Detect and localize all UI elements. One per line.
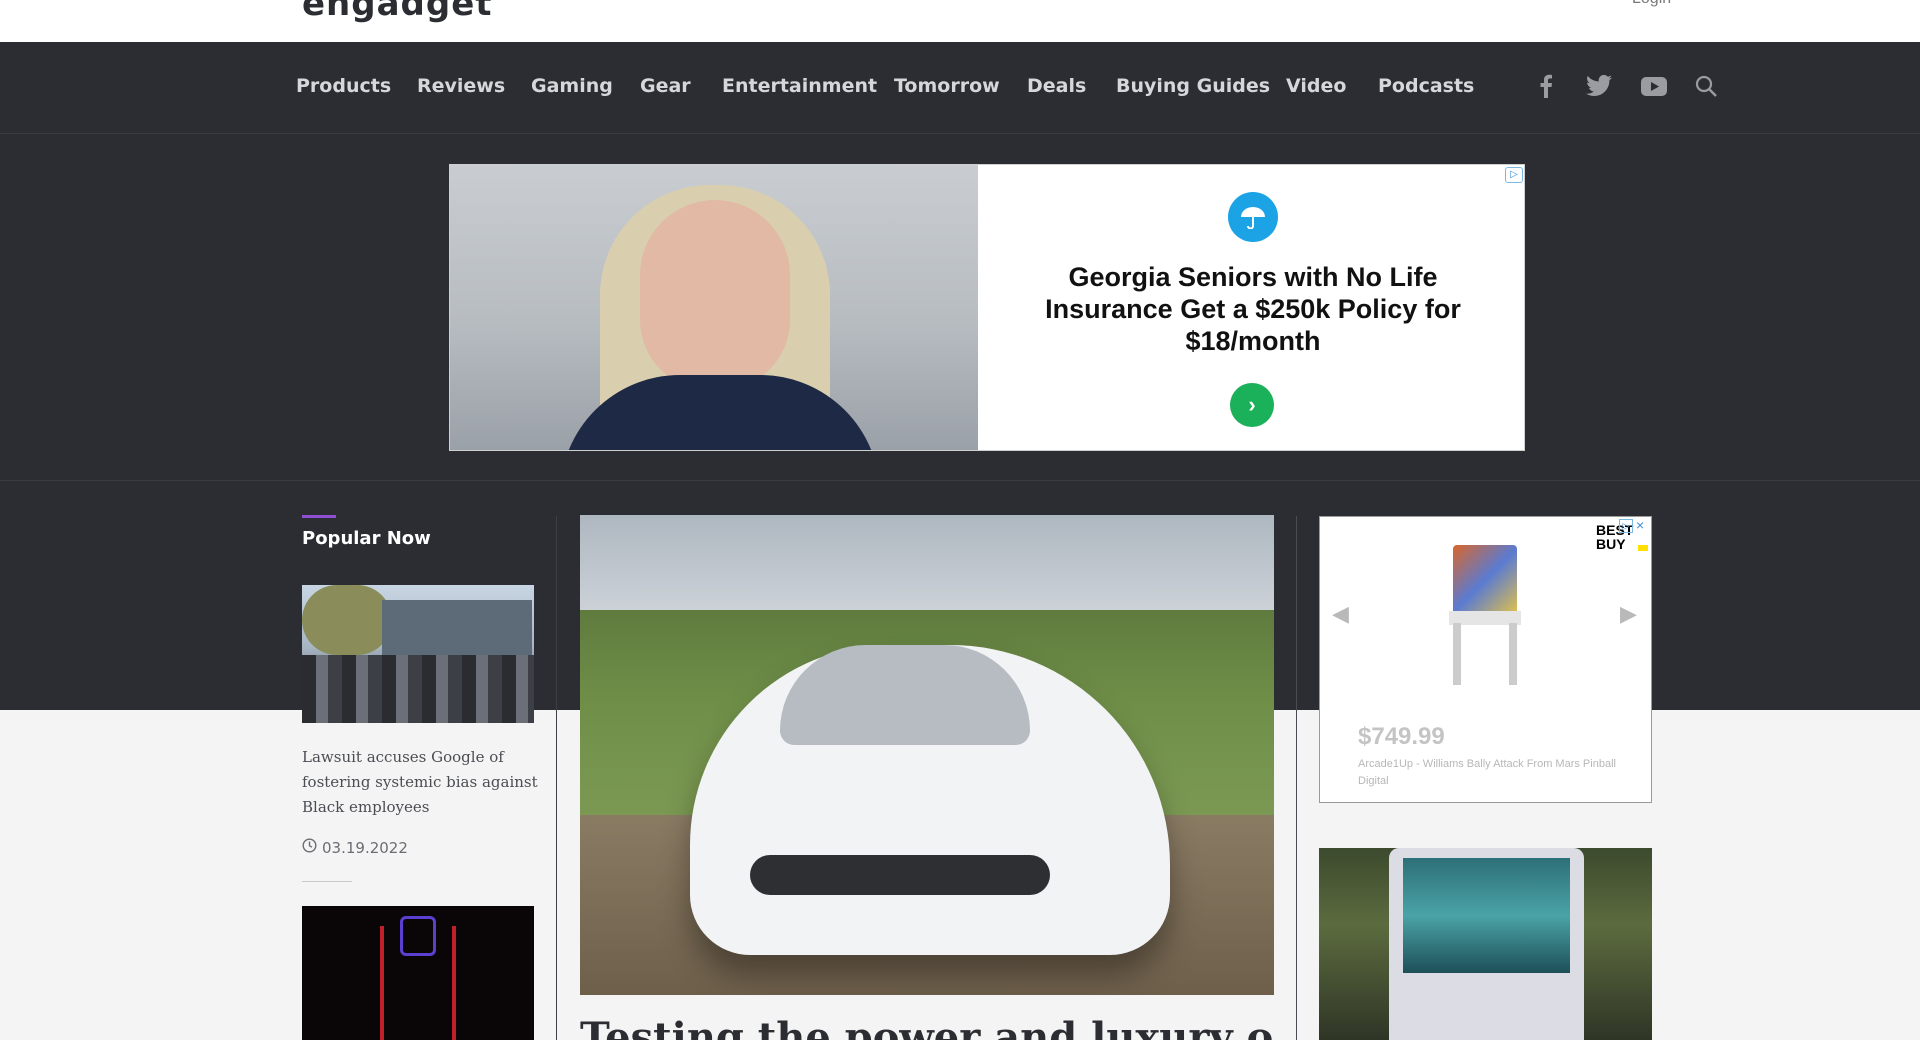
nav-item-products[interactable]: Products: [296, 75, 391, 97]
youtube-icon[interactable]: [1640, 72, 1668, 100]
carousel-next-icon[interactable]: ▶: [1620, 601, 1637, 627]
nav-item-buying-guides[interactable]: Buying Guides: [1116, 75, 1270, 97]
nav-item-reviews[interactable]: Reviews: [417, 75, 505, 97]
ad-photo: [450, 165, 978, 450]
nav-item-gaming[interactable]: Gaming: [531, 75, 613, 97]
facebook-icon[interactable]: [1532, 72, 1560, 100]
hero-headline[interactable]: Testing the power and luxury of: [580, 1015, 1274, 1040]
ad-product-image[interactable]: [1443, 545, 1527, 685]
clock-icon: [302, 838, 317, 857]
side-ad[interactable]: BEST BUY ▷ × ◀ ▶ $749.99 Arcade1Up - Wil…: [1319, 516, 1652, 803]
section-accent-bar: [302, 515, 336, 518]
hero-image[interactable]: [580, 515, 1274, 995]
carousel-prev-icon[interactable]: ◀: [1332, 601, 1349, 627]
ad-banner[interactable]: Georgia Seniors with No Life Insurance G…: [449, 164, 1525, 451]
popular-item-headline[interactable]: Lawsuit accuses Google of fostering syst…: [302, 745, 538, 820]
search-icon[interactable]: [1692, 72, 1720, 100]
column-divider: [1296, 516, 1297, 1040]
ad-headline[interactable]: Georgia Seniors with No Life Insurance G…: [1010, 261, 1496, 357]
nav-item-podcasts[interactable]: Podcasts: [1378, 75, 1474, 97]
adchoices-icon[interactable]: ▷: [1505, 167, 1523, 183]
popular-item-thumbnail[interactable]: [302, 906, 534, 1040]
ad-brand-tag: [1638, 545, 1648, 551]
chevron-right-icon[interactable]: ›: [1230, 383, 1274, 427]
column-divider: [556, 516, 557, 1040]
adchoices-icon[interactable]: ▷: [1619, 519, 1633, 533]
ad-product-price[interactable]: $749.99: [1358, 723, 1445, 751]
ad-product-description[interactable]: Arcade1Up - Williams Bally Attack From M…: [1358, 756, 1628, 790]
popular-item-date: 03.19.2022: [302, 838, 408, 857]
popular-item-date-text: 03.19.2022: [322, 838, 408, 857]
section-divider: [0, 480, 1920, 481]
popular-item-thumbnail[interactable]: [302, 585, 534, 723]
top-bar: engadget Login: [0, 0, 1920, 42]
main-nav: Products Reviews Gaming Gear Entertainme…: [0, 42, 1920, 134]
popular-now-heading: Popular Now: [302, 528, 431, 549]
twitter-icon[interactable]: [1585, 72, 1613, 100]
nav-item-video[interactable]: Video: [1286, 75, 1346, 97]
login-link[interactable]: Login: [1632, 0, 1671, 8]
site-logo[interactable]: engadget: [302, 0, 493, 24]
nav-item-gear[interactable]: Gear: [640, 75, 691, 97]
umbrella-icon: [1228, 192, 1278, 242]
side-article-thumbnail[interactable]: [1319, 848, 1652, 1040]
nav-item-entertainment[interactable]: Entertainment: [722, 75, 877, 97]
close-icon[interactable]: ×: [1636, 517, 1644, 533]
nav-item-tomorrow[interactable]: Tomorrow: [894, 75, 1000, 97]
popular-item-divider: [302, 881, 352, 882]
nav-item-deals[interactable]: Deals: [1027, 75, 1086, 97]
